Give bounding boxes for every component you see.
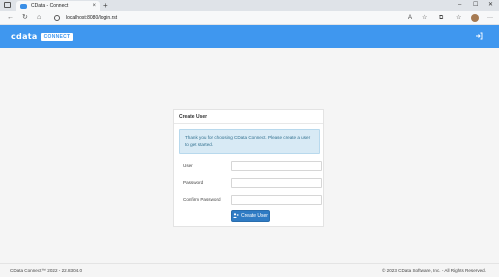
browser-tab-bar: CData - Connect × + – ☐ ✕ [0, 0, 499, 11]
back-icon[interactable]: ← [7, 11, 14, 25]
extensions-icon[interactable]: ⧉ [439, 11, 443, 25]
logo-badge: CONNECT [40, 32, 74, 41]
tab-title: CData - Connect [31, 3, 69, 9]
favorites-icon[interactable]: ☆ [422, 11, 427, 25]
window-menu-icon[interactable] [4, 2, 11, 8]
read-aloud-icon[interactable]: A [408, 11, 412, 25]
add-user-icon [233, 212, 239, 220]
minimize-icon[interactable]: – [458, 0, 461, 11]
browser-tab[interactable]: CData - Connect × [16, 1, 100, 11]
page-footer: CData Connect™ 2022 - 22.8304.0 © 2023 C… [0, 263, 499, 277]
password-row: Password [183, 178, 323, 188]
cdata-connect-logo: cdata CONNECT [11, 32, 74, 41]
info-message: Thank you for choosing CData Connect. Pl… [179, 129, 320, 154]
maximize-icon[interactable]: ☐ [473, 0, 478, 11]
app-header: cdata CONNECT [0, 25, 499, 48]
collections-icon[interactable]: ☆ [456, 11, 461, 25]
reload-icon[interactable]: ↻ [22, 11, 28, 25]
version-text: CData Connect™ 2022 - 22.8304.0 [10, 268, 83, 273]
profile-avatar[interactable] [471, 14, 479, 22]
login-icon[interactable] [475, 32, 483, 42]
site-info-icon[interactable] [54, 15, 60, 21]
user-label: User [183, 163, 193, 168]
card-title: Create User [174, 110, 323, 124]
password-input[interactable] [231, 178, 322, 188]
user-row: User [183, 161, 323, 171]
cdata-favicon-icon [20, 3, 27, 9]
password-label: Password [183, 180, 204, 185]
browser-menu-icon[interactable]: ··· [487, 11, 493, 25]
url-text[interactable]: localhost:8080/login.rst [66, 15, 117, 21]
confirm-password-input[interactable] [231, 195, 322, 205]
copyright-text: © 2023 CData Software, Inc. - All Rights… [382, 268, 486, 273]
create-user-button[interactable]: Create User [231, 210, 270, 222]
new-tab-button[interactable]: + [103, 1, 108, 10]
user-input[interactable] [231, 161, 322, 171]
confirm-password-row: Confirm Password [183, 195, 323, 205]
browser-address-bar: ← ↻ ⌂ localhost:8080/login.rst A ☆ ⧉ ☆ ·… [0, 11, 499, 25]
home-icon[interactable]: ⌂ [37, 11, 41, 25]
tab-close-icon[interactable]: × [92, 3, 96, 9]
create-user-card: Create User Thank you for choosing CData… [173, 109, 324, 227]
close-window-icon[interactable]: ✕ [488, 0, 493, 11]
confirm-password-label: Confirm Password [183, 197, 221, 202]
logo-wordmark: cdata [11, 32, 38, 41]
create-user-label: Create User [241, 213, 268, 219]
